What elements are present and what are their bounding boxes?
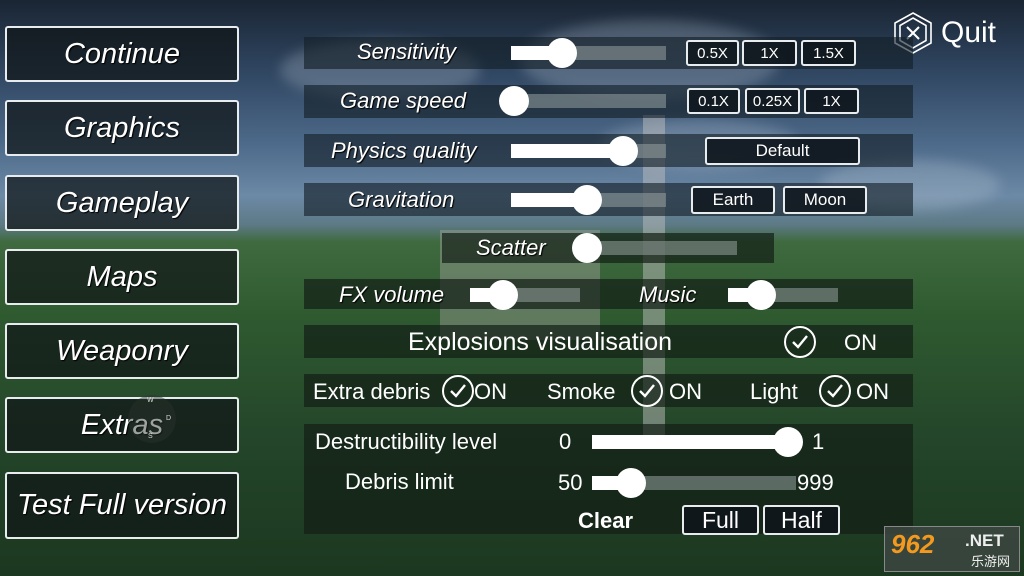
watermark-logo: 962 .NET 乐游网: [884, 526, 1020, 572]
debris-limit-max: 999: [797, 470, 834, 495]
light-state: ON: [856, 379, 889, 404]
slider-knob[interactable]: [488, 280, 518, 310]
watermark-cn: 乐游网: [971, 554, 1011, 569]
slider-knob[interactable]: [773, 427, 803, 457]
game-speed-1x-button[interactable]: 1X: [804, 88, 859, 114]
debris-limit-slider[interactable]: [592, 468, 796, 498]
extra-debris-checkbox[interactable]: [442, 375, 474, 407]
checkmark-icon: [827, 384, 843, 398]
checkmark-icon: [639, 384, 655, 398]
gravitation-earth-button[interactable]: Earth: [691, 186, 775, 214]
destructibility-slider[interactable]: [592, 427, 803, 457]
quit-label: Quit: [941, 16, 997, 49]
compass-e: D: [166, 415, 172, 422]
gravitation-moon-button[interactable]: Moon: [783, 186, 867, 214]
slider-knob[interactable]: [572, 233, 602, 263]
destructibility-label: Destructibility level: [315, 429, 498, 454]
checkmark-icon: [792, 335, 808, 349]
destructibility-max: 1: [812, 429, 825, 454]
sensitivity-label: Sensitivity: [357, 39, 457, 64]
extra-debris-state: ON: [474, 379, 507, 404]
fx-volume-slider[interactable]: [470, 280, 580, 310]
maps-button[interactable]: Maps: [5, 249, 239, 305]
watermark-number: 962: [891, 529, 935, 559]
sensitivity-1.5x-button[interactable]: 1.5X: [801, 40, 856, 66]
test-full-version-button[interactable]: Test Full version: [5, 472, 239, 539]
sensitivity-slider[interactable]: [511, 38, 666, 68]
watermark-net: .NET: [965, 531, 1004, 550]
gravitation-label: Gravitation: [348, 187, 455, 212]
physics-default-button[interactable]: Default: [705, 137, 860, 165]
explosions-checkbox[interactable]: [784, 326, 816, 358]
slider-knob[interactable]: [547, 38, 578, 68]
game-speed-0.1x-button[interactable]: 0.1X: [687, 88, 740, 114]
smoke-label: Smoke: [547, 379, 616, 404]
full-button[interactable]: Full: [682, 505, 759, 535]
game-speed-0.25x-button[interactable]: 0.25X: [745, 88, 800, 114]
fx-volume-label: FX volume: [339, 282, 445, 307]
explosions-label: Explosions visualisation: [408, 328, 673, 356]
slider-fill: [511, 144, 623, 158]
slider-knob[interactable]: [499, 86, 529, 116]
gravitation-slider[interactable]: [511, 185, 666, 215]
weaponry-button[interactable]: Weaponry: [5, 323, 239, 379]
physics-quality-slider[interactable]: [511, 136, 666, 166]
slider-knob[interactable]: [607, 136, 638, 166]
half-button[interactable]: Half: [763, 505, 840, 535]
smoke-checkbox[interactable]: [631, 375, 663, 407]
destructibility-min: 0: [559, 429, 572, 454]
sensitivity-0.5x-button[interactable]: 0.5X: [686, 40, 739, 66]
music-label: Music: [639, 282, 697, 307]
music-slider[interactable]: [728, 280, 838, 310]
explosions-state: ON: [844, 330, 877, 355]
compass-s: S: [148, 433, 153, 440]
debris-limit-min: 50: [558, 470, 583, 495]
scatter-slider[interactable]: [572, 233, 737, 263]
graphics-button[interactable]: Graphics: [5, 100, 239, 156]
clear-button[interactable]: Clear: [578, 508, 633, 534]
gameplay-button[interactable]: Gameplay: [5, 175, 239, 231]
checkmark-icon: [450, 384, 466, 398]
slider-knob[interactable]: [615, 468, 646, 498]
continue-button[interactable]: Continue: [5, 26, 239, 82]
slider-fill: [592, 435, 788, 449]
debris-limit-label: Debris limit: [345, 469, 454, 494]
slider-knob[interactable]: [571, 185, 602, 215]
scatter-label: Scatter: [476, 235, 546, 260]
sensitivity-1x-button[interactable]: 1X: [742, 40, 797, 66]
extra-debris-label: Extra debris: [313, 379, 431, 404]
game-speed-slider[interactable]: [499, 86, 666, 116]
light-label: Light: [750, 379, 798, 404]
extras-button[interactable]: Extras: [5, 397, 239, 453]
slider-knob[interactable]: [746, 280, 776, 310]
physics-quality-label: Physics quality: [331, 138, 477, 163]
light-checkbox[interactable]: [819, 375, 851, 407]
compass-widget: W D S: [128, 395, 176, 443]
game-speed-label: Game speed: [340, 88, 466, 113]
compass-n: W: [147, 397, 154, 404]
smoke-state: ON: [669, 379, 702, 404]
